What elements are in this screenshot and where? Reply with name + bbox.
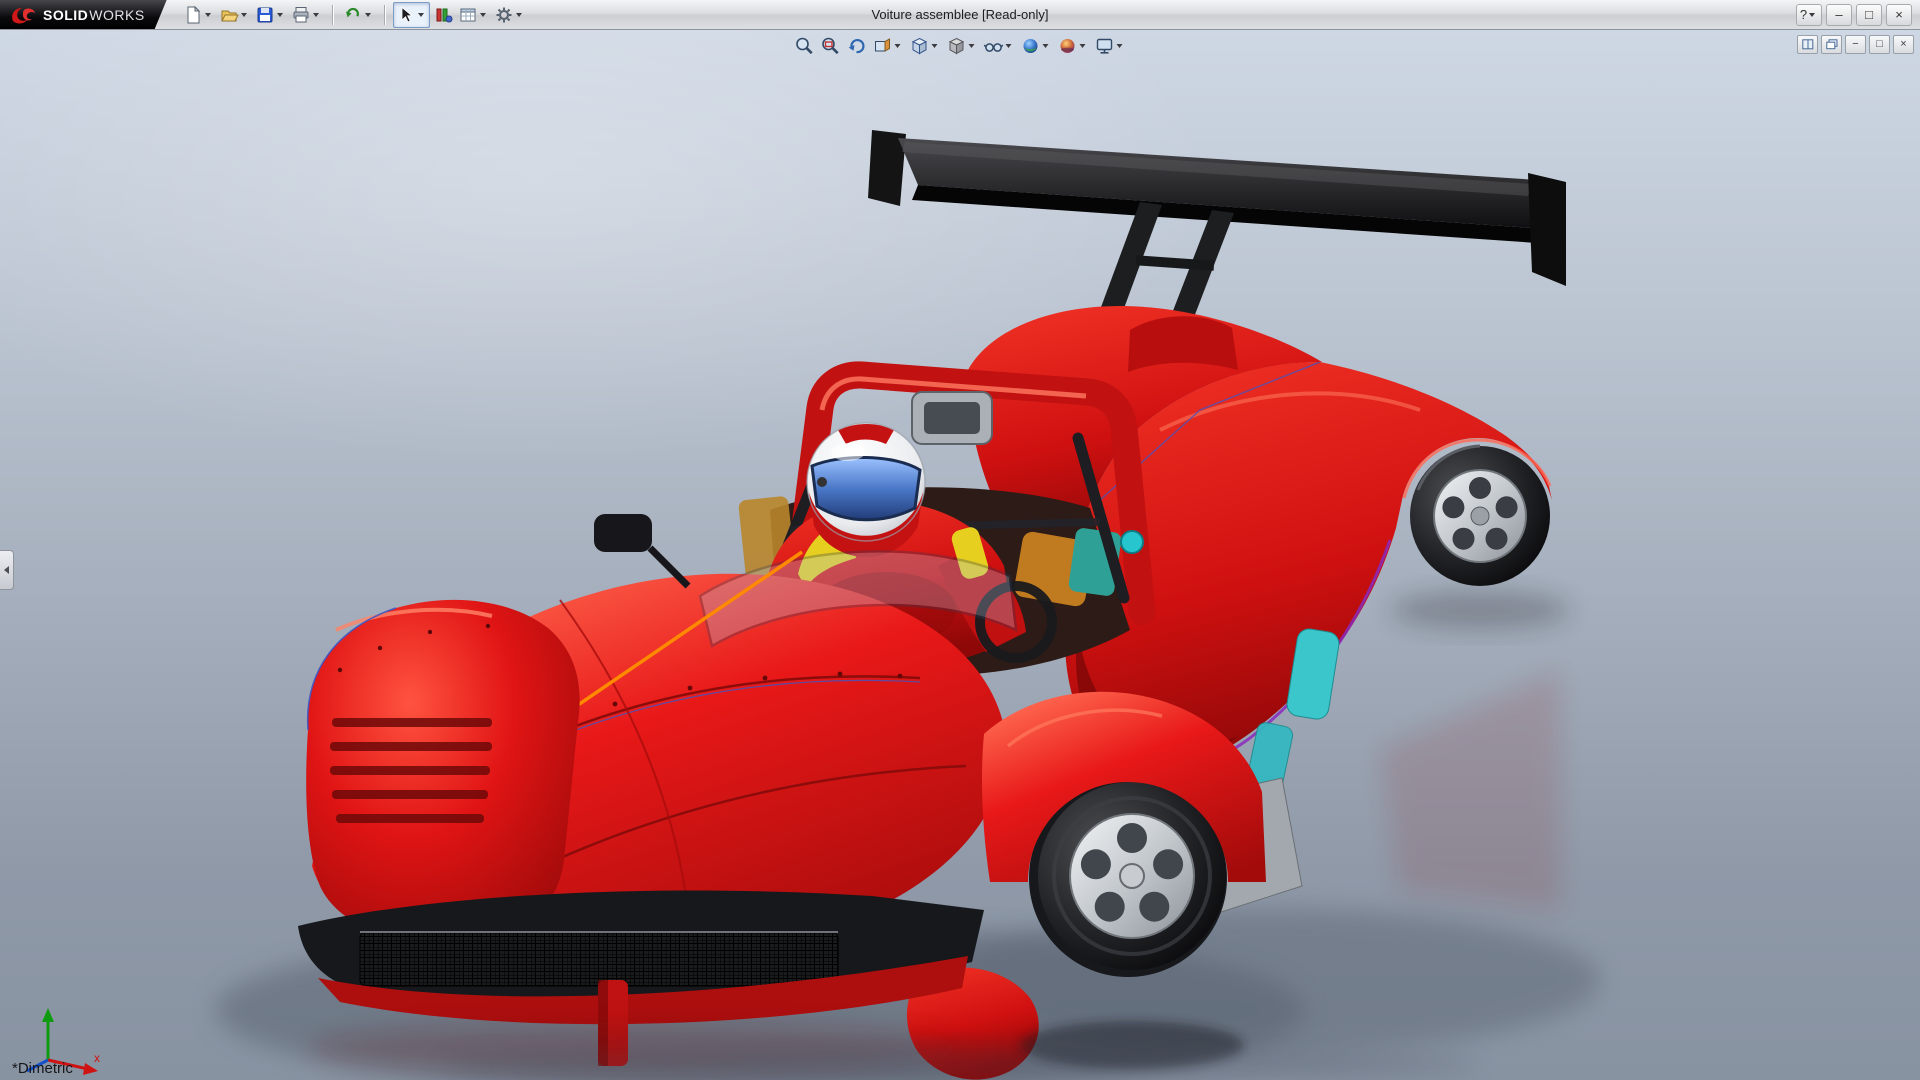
options-button[interactable] [492,3,527,27]
featuremanager-collapse-tab[interactable] [0,550,14,590]
view-settings-icon [1096,38,1113,54]
save-button[interactable] [253,3,288,27]
view-orientation-button[interactable] [908,34,943,58]
brand-light: WORKS [89,6,145,23]
print-button[interactable] [289,3,324,27]
x-axis-label: x [94,1051,100,1065]
hide-show-items-button[interactable] [982,34,1017,58]
edit-appearance-button[interactable] [431,3,455,27]
dropdown-caret[interactable] [1116,44,1123,48]
dropdown-caret[interactable] [1079,44,1086,48]
cascade-windows-icon [1825,39,1837,50]
dropdown-caret[interactable] [931,44,938,48]
minimize-icon: – [1835,7,1843,22]
toolbar-separator [383,4,385,25]
heads-up-view-toolbar [793,34,1128,58]
new-document-icon [187,5,200,23]
zoom-to-fit-icon [796,37,813,55]
rear-wing[interactable] [868,130,1566,338]
dropdown-caret[interactable] [364,12,371,17]
document-window-controls: − □ × [1797,35,1914,54]
select-cursor-icon [401,6,413,23]
viewport-cascade-button[interactable] [1821,35,1842,54]
undo-arrow-icon [345,7,359,17]
viewport-split-icon [1801,39,1813,50]
dropdown-caret[interactable] [1809,12,1816,17]
dropdown-caret[interactable] [1042,44,1049,48]
doc-restore-button[interactable]: □ [1869,35,1890,54]
left-fender[interactable] [306,599,580,945]
appearance-bars-icon [436,8,453,22]
doc-minimize-icon: − [1852,38,1859,50]
options-gear-icon [496,7,512,22]
toolbar-separator [331,4,333,25]
view-settings-button[interactable] [1093,34,1128,58]
view-orientation-label: *Dimetric [12,1060,73,1077]
dropdown-caret[interactable] [515,12,522,17]
design-table-button[interactable] [456,3,491,27]
select-button[interactable] [392,1,430,28]
edit-appearance-button-hud[interactable] [1019,34,1054,58]
dropdown-caret[interactable] [968,44,975,48]
display-style-cube-icon [948,37,965,55]
solidworks-logo: SOLID WORKS [0,0,167,29]
apply-scene-button[interactable] [1056,34,1091,58]
close-icon: × [1895,7,1903,22]
maximize-button[interactable]: □ [1856,3,1882,26]
printer-icon [293,6,309,22]
dropdown-caret[interactable] [479,12,486,17]
section-view-button[interactable] [871,34,906,58]
dropdown-caret[interactable] [417,12,424,17]
window-title: Voiture assemblee [Read-only] [871,7,1049,22]
previous-view-icon [848,38,865,54]
maximize-icon: □ [1865,7,1873,22]
help-button[interactable]: ? [1796,3,1822,26]
appearance-sphere-icon [1023,39,1038,53]
doc-minimize-button[interactable]: − [1845,35,1866,54]
doc-close-button[interactable]: × [1893,35,1914,54]
previous-view-button[interactable] [845,34,869,58]
zoom-to-area-icon [822,37,839,55]
eyeglasses-icon [983,43,1004,52]
section-view-icon [875,38,890,52]
doc-close-icon: × [1900,38,1907,50]
close-button[interactable]: × [1886,3,1912,26]
title-bar: SOLID WORKS Voiture assemblee [Read-only… [0,0,1920,30]
car-model-scene[interactable]: x [0,30,1920,1080]
view-orientation-cube-icon [911,37,928,55]
window-controls: ? – □ × [1796,3,1920,26]
undo-button[interactable] [341,3,376,27]
zoom-to-area-button[interactable] [819,34,843,58]
dropdown-caret[interactable] [240,12,247,17]
minimize-button[interactable]: – [1826,3,1852,26]
dropdown-caret[interactable] [276,12,283,17]
zoom-to-fit-button[interactable] [793,34,817,58]
open-document-button[interactable] [217,3,252,27]
collapse-arrow-icon [4,566,9,574]
3d-viewport[interactable]: − □ × x *Dimetric [0,30,1920,1080]
save-floppy-icon [257,7,273,22]
main-toolbar [181,1,527,28]
ds-logo-icon [10,6,36,24]
apply-scene-icon [1060,39,1075,53]
open-folder-icon [220,10,239,21]
doc-restore-icon: □ [1876,38,1883,50]
rear-wheel[interactable] [1410,444,1550,586]
viewport-split-button[interactable] [1797,35,1818,54]
dropdown-caret[interactable] [894,44,901,48]
dropdown-caret[interactable] [1005,44,1012,48]
new-document-button[interactable] [181,3,216,27]
design-table-icon [460,8,476,21]
dropdown-caret[interactable] [312,12,319,17]
dropdown-caret[interactable] [204,12,211,17]
display-style-button[interactable] [945,34,980,58]
help-icon: ? [1799,7,1808,22]
brand-bold: SOLID [43,6,89,23]
